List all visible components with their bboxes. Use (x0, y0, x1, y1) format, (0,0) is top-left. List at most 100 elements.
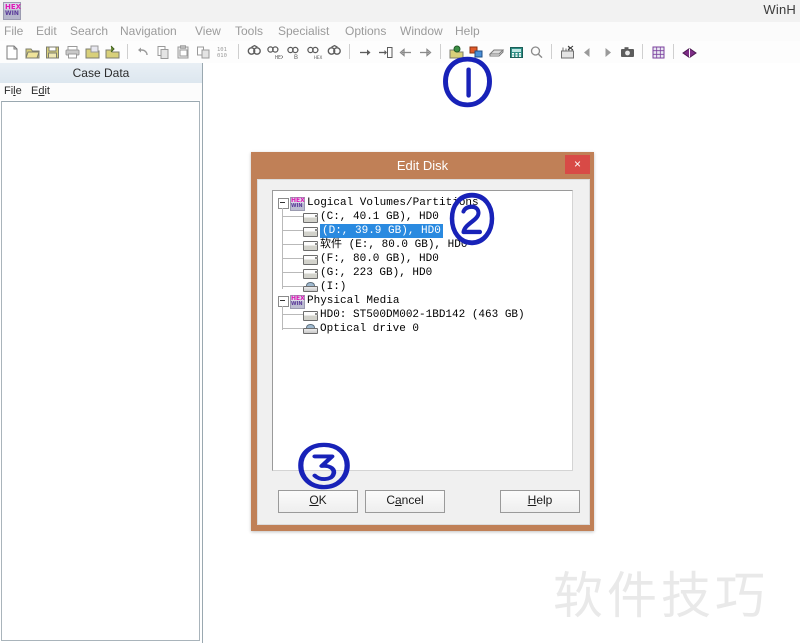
tree-connector (283, 286, 303, 287)
tree-item-logical-volumes[interactable]: HEXWINLogical Volumes/Partitions (273, 196, 570, 210)
window-titlebar: HEX WIN WinH (0, 0, 800, 23)
tree-item-label: (F:, 80.0 GB), HD0 (320, 252, 439, 266)
menu-item-navigation[interactable]: Navigation (120, 24, 177, 38)
camera-snapshot-icon[interactable] (619, 44, 636, 61)
case-data-tree-area[interactable] (1, 101, 200, 641)
close-icon[interactable]: × (565, 155, 590, 174)
tree-item-label: (D:, 39.9 GB), HD0 (320, 224, 443, 238)
open-case-icon[interactable] (104, 44, 121, 61)
tree-item-drive-e[interactable]: 软件 (E:, 80.0 GB), HD0 (273, 238, 570, 252)
tree-connector (283, 272, 303, 273)
optical-drive-icon (303, 282, 316, 292)
watermark-text: 软件技巧 (553, 567, 769, 625)
menu-item-options[interactable]: Options (345, 24, 386, 38)
tree-connector (283, 314, 303, 315)
application-window: HEX WIN WinH File Edit Search Navigation Vie… (0, 0, 800, 643)
tree-connector (283, 258, 303, 259)
tree-item-optical-drive-0[interactable]: Optical drive 0 (273, 322, 570, 336)
print-icon[interactable] (64, 44, 81, 61)
tree-toggle-icon[interactable] (278, 198, 289, 209)
toolbar-separator (238, 44, 239, 59)
magnifier-icon[interactable] (528, 44, 545, 61)
find-hex-icon[interactable]: HEX (266, 44, 283, 61)
forward-arrow-icon[interactable] (417, 44, 434, 61)
tree-connector (282, 306, 283, 330)
copy-icon[interactable] (155, 44, 172, 61)
grid-table-icon[interactable] (650, 44, 667, 61)
tree-item-drive-d[interactable]: (D:, 39.9 GB), HD0 (273, 224, 570, 238)
cancel-button-label: Cancel (386, 493, 423, 507)
menu-bar: File Edit Search Navigation View Tools Special… (0, 22, 800, 42)
back-arrow-icon[interactable] (397, 44, 414, 61)
hard-drive-icon (303, 213, 318, 223)
tree-item-label: (I:) (320, 280, 346, 294)
menu-item-search[interactable]: Search (70, 24, 108, 38)
menu-item-help[interactable]: Help (455, 24, 480, 38)
case-data-menubar: File Edit (0, 83, 202, 100)
hard-drive-icon (303, 269, 318, 279)
copy-block-icon[interactable] (195, 44, 212, 61)
save-disk-icon[interactable] (44, 44, 61, 61)
case-menu-item-file[interactable]: File (4, 85, 22, 97)
menu-item-view[interactable]: View (195, 24, 221, 38)
open-folder-icon[interactable] (24, 44, 41, 61)
case-menu-item-edit[interactable]: Edit (31, 85, 50, 97)
undo-icon[interactable] (135, 44, 152, 61)
find-again-icon[interactable] (326, 44, 343, 61)
winhex-app-icon: HEX WIN (3, 2, 21, 20)
tree-item-label: HD0: ST500DM002-1BD142 (463 GB) (320, 308, 525, 322)
tree-item-label: 软件 (E:, 80.0 GB), HD0 (320, 238, 467, 252)
open-disk-icon[interactable] (84, 44, 101, 61)
help-button-label: Help (528, 493, 553, 507)
svg-text:010: 010 (217, 53, 227, 59)
cancel-button[interactable]: Cancel (365, 490, 445, 513)
tree-item-physical-media[interactable]: HEXWINPhysical Media (273, 294, 570, 308)
menu-item-tools[interactable]: Tools (235, 24, 263, 38)
menu-item-edit[interactable]: Edit (36, 24, 57, 38)
menu-item-specialist[interactable]: Specialist (278, 24, 329, 38)
optical-drive-icon (303, 324, 316, 334)
tree-item-hd0[interactable]: HD0: ST500DM002-1BD142 (463 GB) (273, 308, 570, 322)
case-data-title: Case Data (0, 63, 202, 84)
tree-connector (283, 244, 303, 245)
help-button[interactable]: Help (500, 490, 580, 513)
calculator-icon[interactable] (508, 44, 525, 61)
dialog-title: Edit Disk (251, 152, 594, 179)
hex-volume-icon: HEXWIN (290, 295, 305, 309)
analyze-icon[interactable] (559, 44, 576, 61)
svg-text:B: B (294, 55, 298, 61)
next-triangle-icon[interactable] (599, 44, 616, 61)
tree-item-label: (C:, 40.1 GB), HD0 (320, 210, 439, 224)
hard-drive-icon (303, 241, 318, 251)
tree-item-drive-c[interactable]: (C:, 40.1 GB), HD0 (273, 210, 570, 224)
window-title: WinH (763, 2, 796, 17)
hard-drive-icon (303, 227, 318, 237)
toolbar: 101010 HEX B HEX (0, 41, 800, 64)
tree-item-drive-i[interactable]: (I:) (273, 280, 570, 294)
toolbar-separator (673, 44, 674, 59)
menu-item-file[interactable]: File (4, 24, 23, 38)
new-document-icon[interactable] (4, 44, 21, 61)
toolbar-separator (642, 44, 643, 59)
disk-tree[interactable]: HEXWINLogical Volumes/Partitions(C:, 40.… (272, 190, 573, 471)
tree-item-drive-f[interactable]: (F:, 80.0 GB), HD0 (273, 252, 570, 266)
replace-hex-icon[interactable]: HEX (306, 44, 323, 61)
ok-button-label: OK (309, 493, 326, 507)
tree-item-drive-g[interactable]: (G:, 223 GB), HD0 (273, 266, 570, 280)
prev-triangle-icon[interactable] (579, 44, 596, 61)
menu-item-window[interactable]: Window (400, 24, 443, 38)
binary-convert-icon[interactable]: 101010 (215, 44, 232, 61)
ok-button[interactable]: OK (278, 490, 358, 513)
paste-clipboard-icon[interactable] (175, 44, 192, 61)
goto-page-icon[interactable] (377, 44, 394, 61)
dialog-titlebar: Edit Disk × (251, 152, 594, 179)
replace-text-icon[interactable]: B (286, 44, 303, 61)
help-book-icon[interactable] (681, 44, 698, 61)
tree-item-label: Physical Media (307, 294, 399, 308)
toolbar-separator (349, 44, 350, 59)
tree-connector (282, 208, 283, 289)
tree-toggle-icon[interactable] (278, 296, 289, 307)
goto-offset-icon[interactable] (357, 44, 374, 61)
find-text-icon[interactable] (246, 44, 263, 61)
tree-connector (283, 230, 303, 231)
